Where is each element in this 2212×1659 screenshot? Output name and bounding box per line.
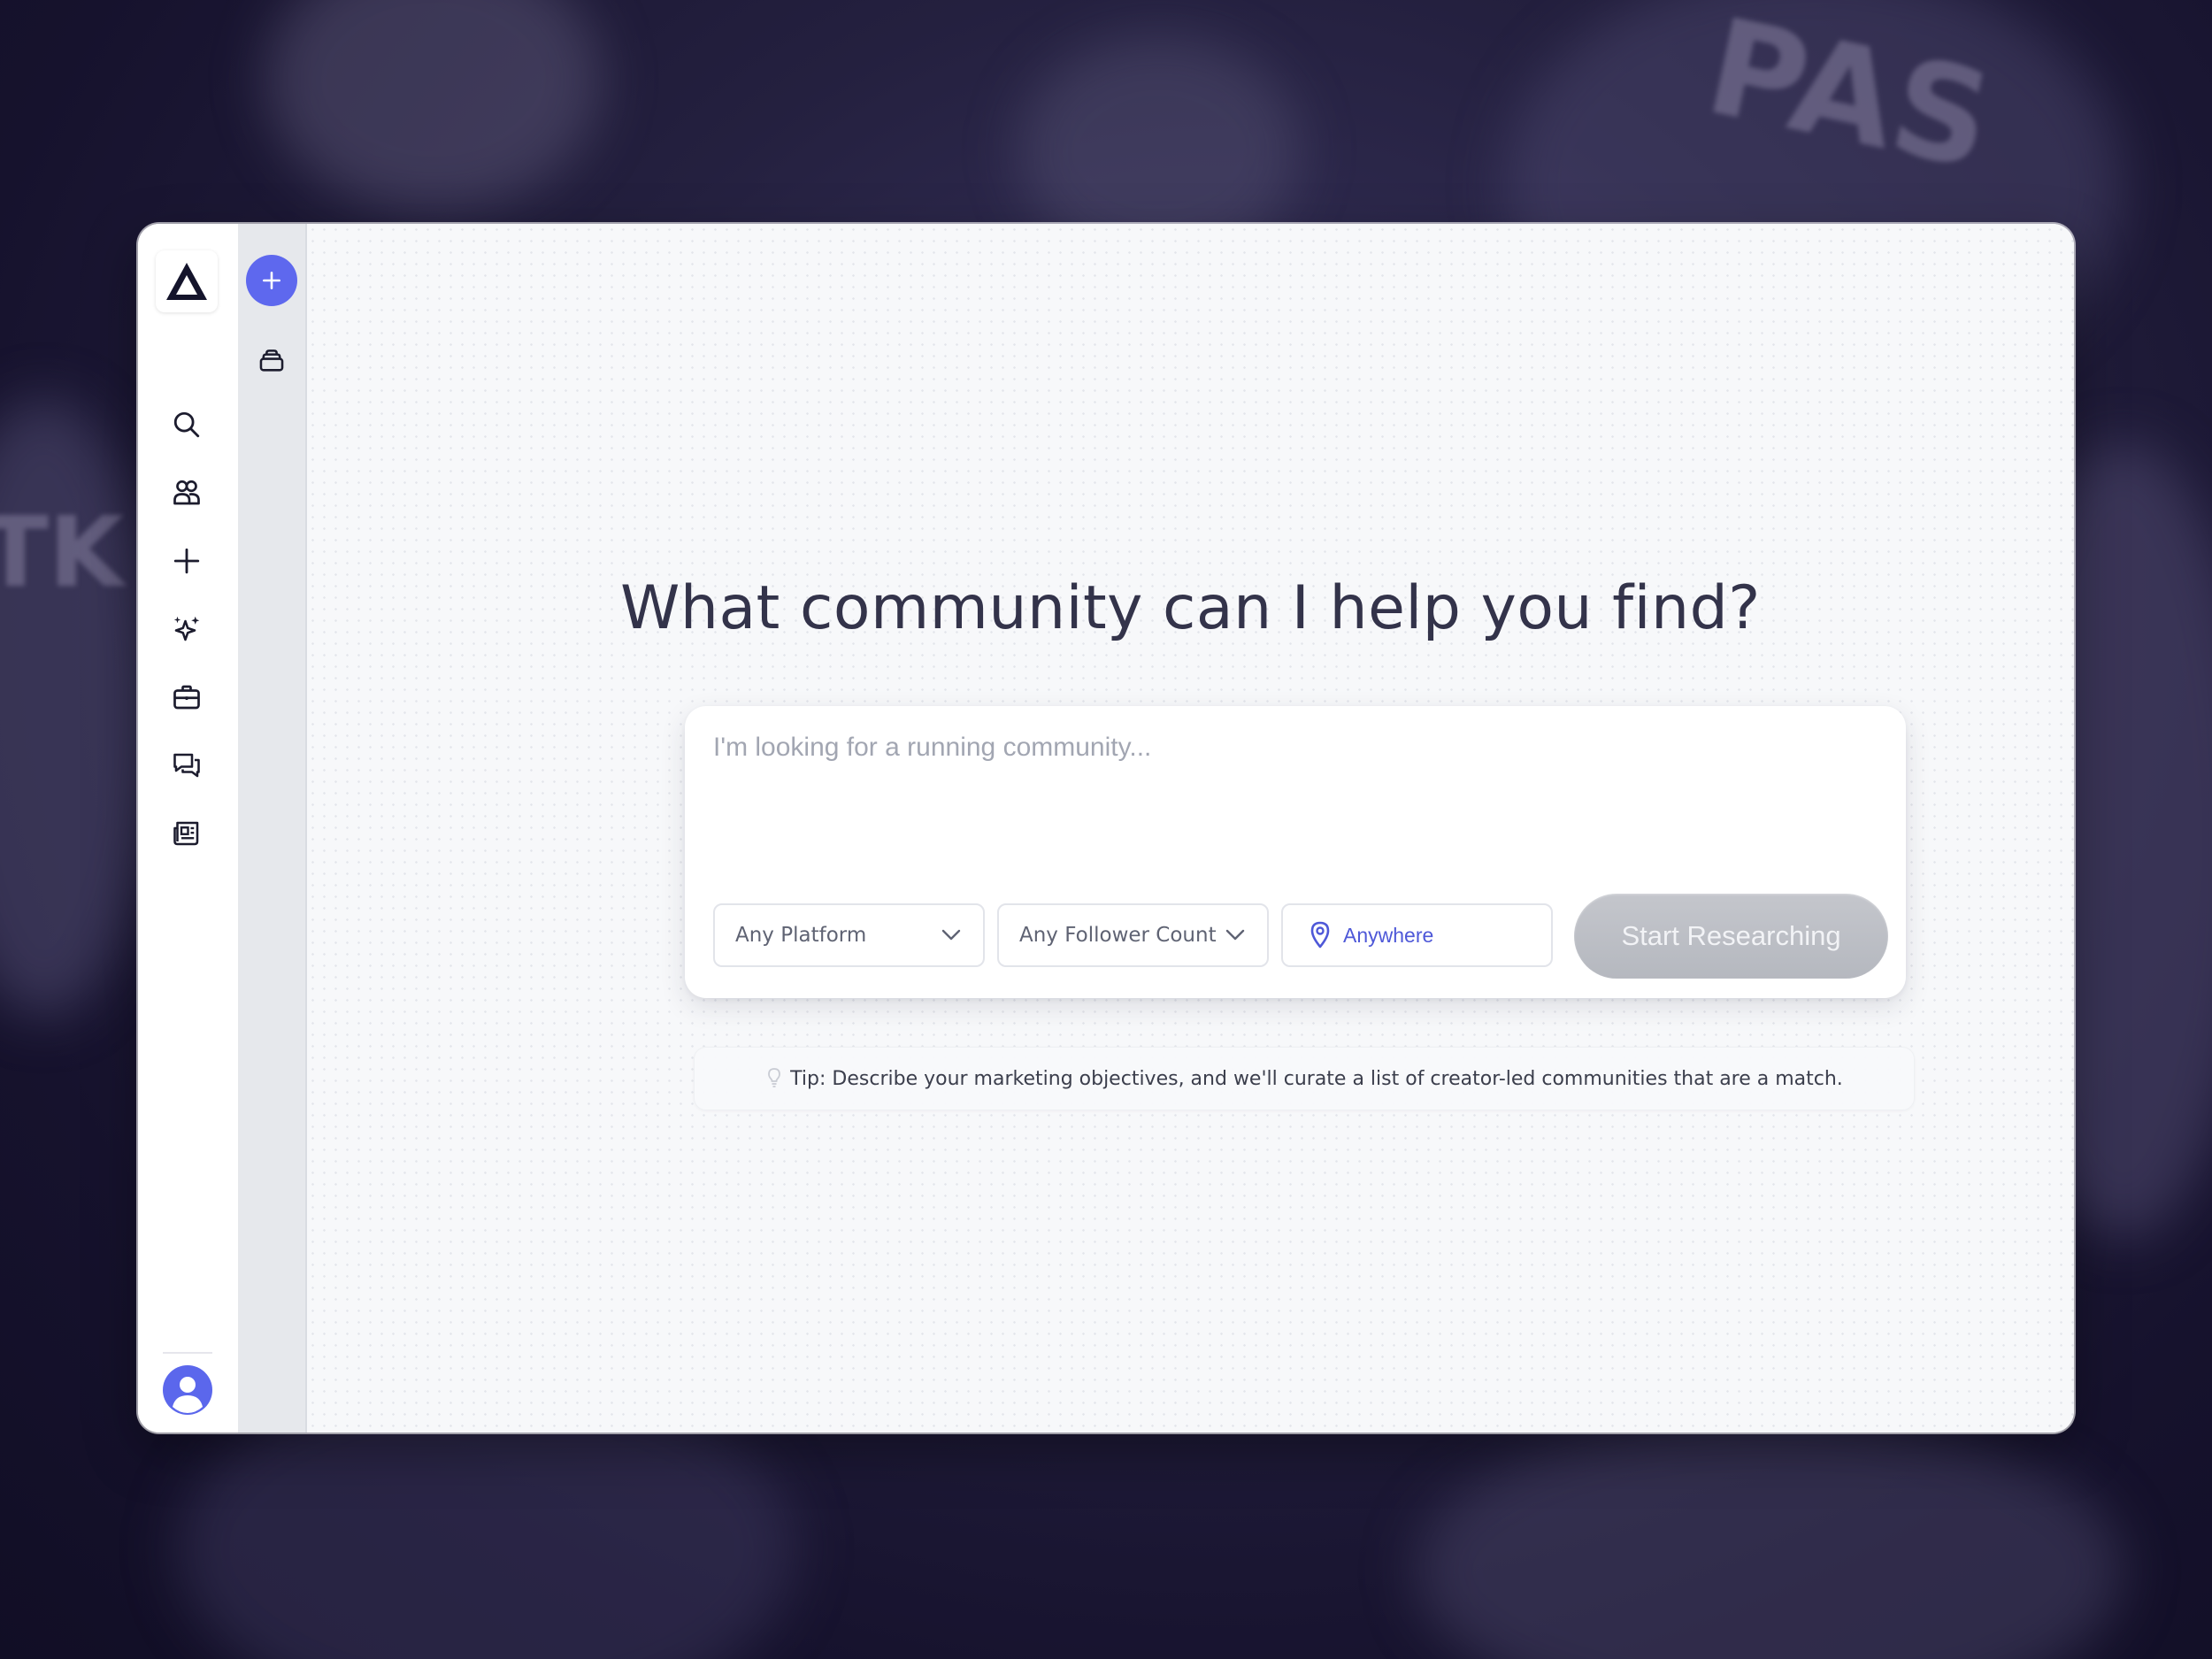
plus-icon: [263, 272, 280, 289]
platform-dropdown-label: Any Platform: [735, 924, 867, 947]
location-field[interactable]: Anywhere: [1281, 903, 1553, 967]
primary-sidebar: [138, 224, 238, 1432]
tip-text: Tip: Describe your marketing objectives,…: [790, 1067, 1843, 1090]
search-card: Any Platform Any Follower Count: [685, 706, 1906, 998]
briefcase-icon: [173, 685, 200, 710]
lightbulb-icon: [765, 1066, 783, 1091]
platform-dropdown[interactable]: Any Platform: [713, 903, 985, 967]
chat-icon: [173, 753, 200, 778]
background-jersey-text-2: TK: [0, 495, 125, 609]
sidebar-item-ai-discover[interactable]: [165, 608, 208, 650]
plus-icon: [173, 548, 200, 574]
new-research-button[interactable]: [246, 255, 297, 306]
chevron-down-icon: [1223, 923, 1248, 948]
follower-count-dropdown[interactable]: Any Follower Count: [997, 903, 1269, 967]
app-logo[interactable]: [156, 250, 218, 312]
page-title: What community can I help you find?: [620, 573, 1761, 643]
stack-icon: [259, 349, 284, 372]
sidebar-item-news[interactable]: [165, 812, 208, 855]
app-window: What community can I help you find? Any …: [138, 224, 2074, 1432]
sidebar-divider: [163, 1352, 212, 1354]
tip-banner: Tip: Describe your marketing objectives,…: [694, 1047, 1915, 1110]
sidebar-item-search[interactable]: [165, 403, 208, 446]
secondary-panel: [238, 224, 307, 1432]
saved-stack-button[interactable]: [250, 339, 293, 381]
map-pin-icon: [1308, 921, 1333, 949]
sparkles-icon: [173, 616, 200, 641]
follower-count-dropdown-label: Any Follower Count: [1019, 924, 1217, 947]
user-avatar-icon: [173, 1377, 203, 1413]
search-input[interactable]: [713, 733, 1863, 865]
users-icon: [173, 480, 200, 505]
chevron-down-icon: [939, 923, 964, 948]
sidebar-item-campaigns[interactable]: [165, 676, 208, 718]
sidebar-item-messages[interactable]: [165, 744, 208, 787]
user-avatar[interactable]: [163, 1365, 212, 1415]
sidebar-item-communities[interactable]: [165, 472, 208, 514]
main-content: What community can I help you find? Any …: [307, 224, 2074, 1432]
sidebar-item-create[interactable]: [165, 540, 208, 582]
search-icon: [173, 411, 200, 438]
delta-triangle-logo-icon: [166, 263, 207, 300]
newspaper-icon: [173, 821, 199, 846]
start-researching-button[interactable]: Start Researching: [1574, 894, 1888, 979]
location-value: Anywhere: [1343, 923, 1434, 947]
